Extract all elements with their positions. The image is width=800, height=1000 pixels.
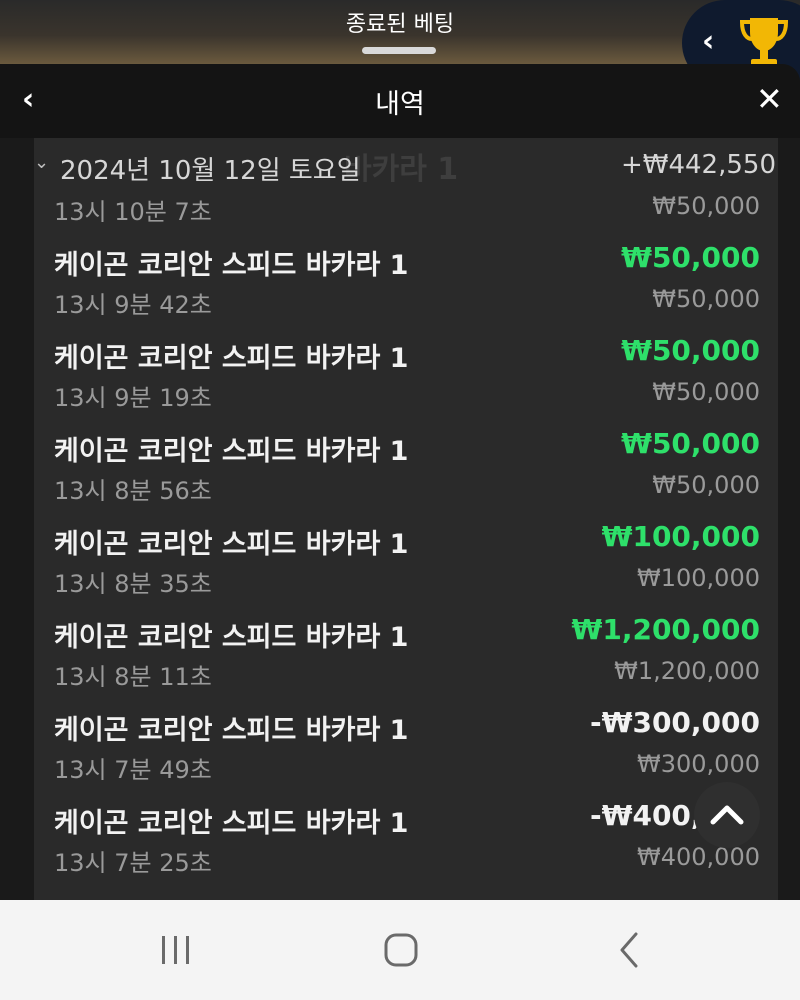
date-label: 2024년 10월 12일 토요일 (60, 156, 361, 186)
scroll-to-top-button[interactable] (694, 782, 760, 848)
bet-result: ₩1,200,000 (571, 613, 760, 646)
bet-stake: ₩400,000 (637, 843, 760, 871)
top-bar-title: 종료된 베팅 (345, 12, 455, 37)
bet-time: 13시 8분 35초 (54, 570, 212, 598)
date-group-header[interactable]: ⌄ 2024년 10월 12일 토요일 +₩442,550 (34, 148, 778, 188)
chevron-down-icon: ⌄ (34, 152, 50, 173)
bet-time: 13시 7분 49초 (54, 756, 212, 784)
bet-result: ₩50,000 (621, 427, 760, 460)
bet-row[interactable]: 케이곤 코리안 스피드 바카라 1 -₩400,000 13시 7분 25초 ₩… (34, 789, 778, 882)
bet-time: 13시 8분 56초 (54, 477, 212, 505)
bet-result: ₩100,000 (601, 520, 760, 553)
date-total: +₩442,550 (620, 150, 776, 180)
top-bar: 종료된 베팅 (0, 0, 800, 64)
panel-header: ‹ 내역 ✕ (0, 64, 800, 138)
bet-game-name: 케이곤 코리안 스피드 바카라 1 (54, 808, 409, 839)
bet-game-name: 케이곤 코리안 스피드 바카라 1 (54, 622, 409, 653)
recents-icon[interactable] (158, 930, 194, 970)
sheet-grab-handle[interactable] (362, 47, 436, 54)
bet-row[interactable]: 케이곤 코리안 스피드 바카라 1 -₩300,000 13시 7분 49초 ₩… (34, 696, 778, 789)
bet-time: 13시 8분 11초 (54, 663, 212, 691)
bet-row[interactable]: 케이곤 코리안 스피드 바카라 1 ₩50,000 13시 8분 56초 ₩50… (34, 417, 778, 510)
close-icon: ✕ (756, 80, 783, 118)
bet-time: 13시 9분 42초 (54, 291, 212, 319)
bet-row[interactable]: 케이곤 코리안 스피드 바카라 1 ₩50,000 13시 9분 42초 ₩50… (34, 231, 778, 324)
bet-game-name: 케이곤 코리안 스피드 바카라 1 (54, 715, 409, 746)
bet-row[interactable]: 케이곤 코리안 스피드 바카라 1 ₩1,200,000 13시 8분 11초 … (34, 603, 778, 696)
bet-time: 13시 7분 25초 (54, 849, 212, 877)
bet-stake: ₩300,000 (637, 750, 760, 778)
bet-row[interactable]: 케이곤 코리안 스피드 바카라 1 ₩50,000 13시 9분 19초 ₩50… (34, 324, 778, 417)
bet-history-list[interactable]: 바카라 1 ⌄ 2024년 10월 12일 토요일 +₩442,550 13시 … (34, 138, 778, 900)
chevron-up-icon (710, 805, 744, 825)
bet-result: ₩50,000 (621, 241, 760, 274)
bet-row-partial[interactable]: 13시 10분 7초 ₩50,000 (34, 188, 778, 230)
bet-stake: ₩100,000 (637, 564, 760, 592)
chevron-left-icon: ‹ (702, 24, 715, 59)
home-icon[interactable] (382, 930, 422, 970)
bet-stake: ₩50,000 (652, 285, 760, 313)
bet-stake: ₩50,000 (652, 471, 760, 499)
back-icon[interactable] (614, 930, 644, 970)
bet-result: ₩50,000 (621, 334, 760, 367)
bet-time: 13시 9분 19초 (54, 384, 212, 412)
bet-stake: ₩1,200,000 (614, 657, 760, 685)
close-button[interactable]: ✕ (756, 80, 783, 118)
bet-game-name: 케이곤 코리안 스피드 바카라 1 (54, 529, 409, 560)
bet-stake: ₩50,000 (652, 378, 760, 406)
panel-title: 내역 (375, 89, 425, 120)
bet-stake: ₩50,000 (652, 192, 760, 220)
bet-game-name: 케이곤 코리안 스피드 바카라 1 (54, 436, 409, 467)
bet-game-name: 케이곤 코리안 스피드 바카라 1 (54, 250, 409, 281)
bet-time: 13시 10분 7초 (54, 198, 212, 226)
system-nav-bar (0, 900, 800, 1000)
history-panel: ‹ 내역 ✕ 바카라 1 ⌄ 2024년 10월 12일 토요일 +₩442,5… (0, 64, 800, 900)
bet-game-name: 케이곤 코리안 스피드 바카라 1 (54, 343, 409, 374)
bet-row[interactable]: 케이곤 코리안 스피드 바카라 1 ₩100,000 13시 8분 35초 ₩1… (34, 510, 778, 603)
bet-result: -₩300,000 (589, 706, 760, 739)
